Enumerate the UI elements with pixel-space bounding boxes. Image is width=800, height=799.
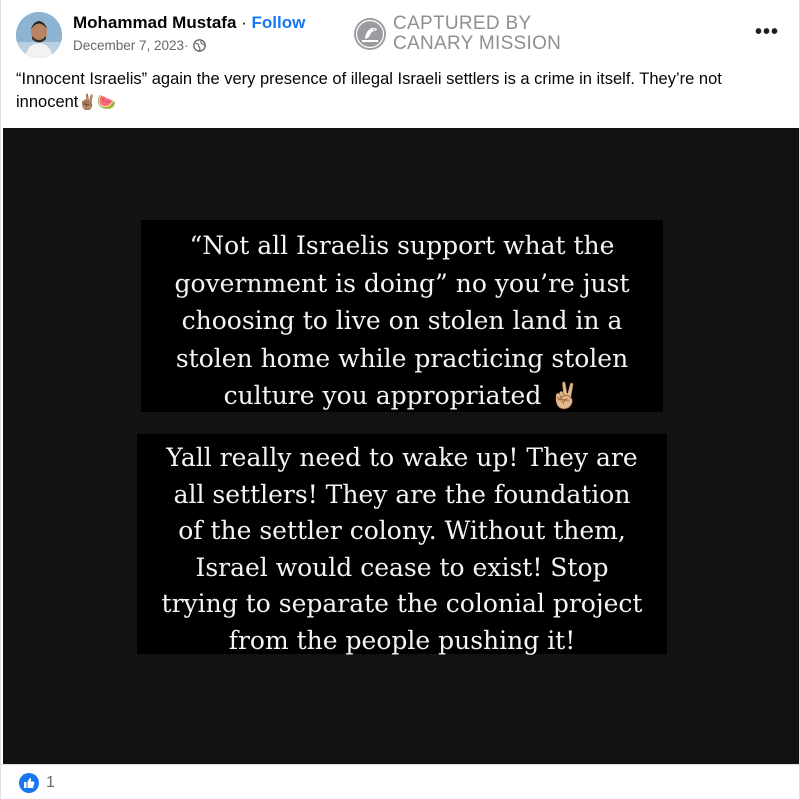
reactions-bar: 1 bbox=[1, 764, 799, 799]
image-text-line: culture you appropriated ✌🏼 bbox=[223, 381, 581, 410]
more-options-icon: ••• bbox=[754, 20, 779, 43]
canary-mission-watermark: CAPTURED BY CANARY MISSION bbox=[353, 14, 561, 54]
author-separator: · bbox=[236, 13, 252, 32]
caption-text: “Innocent Israelis” again the very prese… bbox=[16, 70, 722, 111]
post-caption: “Innocent Israelis” again the very prese… bbox=[16, 68, 786, 114]
image-text-line: choosing to live on stolen land in a bbox=[181, 306, 623, 335]
author-name[interactable]: Mohammad Mustafa bbox=[73, 13, 236, 32]
post-image[interactable]: “Not all Israelis support what the gover… bbox=[3, 128, 799, 764]
reaction-count[interactable]: 1 bbox=[46, 774, 55, 792]
image-text-line: government is doing” no you’re just bbox=[174, 268, 630, 298]
post-meta: December 7, 2023 · bbox=[73, 38, 206, 53]
image-text-box-2: Yall really need to wake up! They are al… bbox=[137, 434, 667, 655]
canary-logo-icon bbox=[354, 18, 386, 50]
image-text-line: of the settler colony. Without them, bbox=[178, 516, 626, 545]
post-date[interactable]: December 7, 2023 bbox=[73, 38, 184, 53]
image-text-line: Israel would cease to exist! Stop bbox=[195, 552, 609, 582]
image-text-box-1: “Not all Israelis support what the gover… bbox=[141, 220, 663, 412]
author-line: Mohammad Mustafa · Follow bbox=[73, 13, 305, 33]
image-text-line: trying to separate the colonial project bbox=[161, 589, 643, 618]
meta-separator: · bbox=[184, 38, 189, 53]
image-text-line: Yall really need to wake up! They are bbox=[166, 443, 638, 472]
facebook-post: Mohammad Mustafa · Follow December 7, 20… bbox=[0, 0, 800, 799]
watermark-line-2: CANARY MISSION bbox=[393, 33, 562, 54]
follow-button[interactable]: Follow bbox=[252, 13, 306, 32]
image-text-line: stolen home while practicing stolen bbox=[175, 343, 629, 373]
more-options-button[interactable]: ••• bbox=[749, 18, 785, 46]
image-text-line: all settlers! They are the foundation bbox=[173, 479, 631, 509]
caption-emojis: ✌🏽🍉 bbox=[78, 94, 116, 111]
like-icon[interactable] bbox=[19, 773, 39, 793]
watermark-line-1: CAPTURED BY bbox=[393, 13, 532, 34]
globe-icon bbox=[192, 39, 206, 52]
watermark-text: CAPTURED BY CANARY MISSION bbox=[393, 14, 561, 54]
image-text-line: “Not all Israelis support what the bbox=[189, 231, 615, 260]
avatar[interactable] bbox=[16, 12, 62, 58]
image-text-line: from the people pushing it! bbox=[228, 625, 576, 655]
